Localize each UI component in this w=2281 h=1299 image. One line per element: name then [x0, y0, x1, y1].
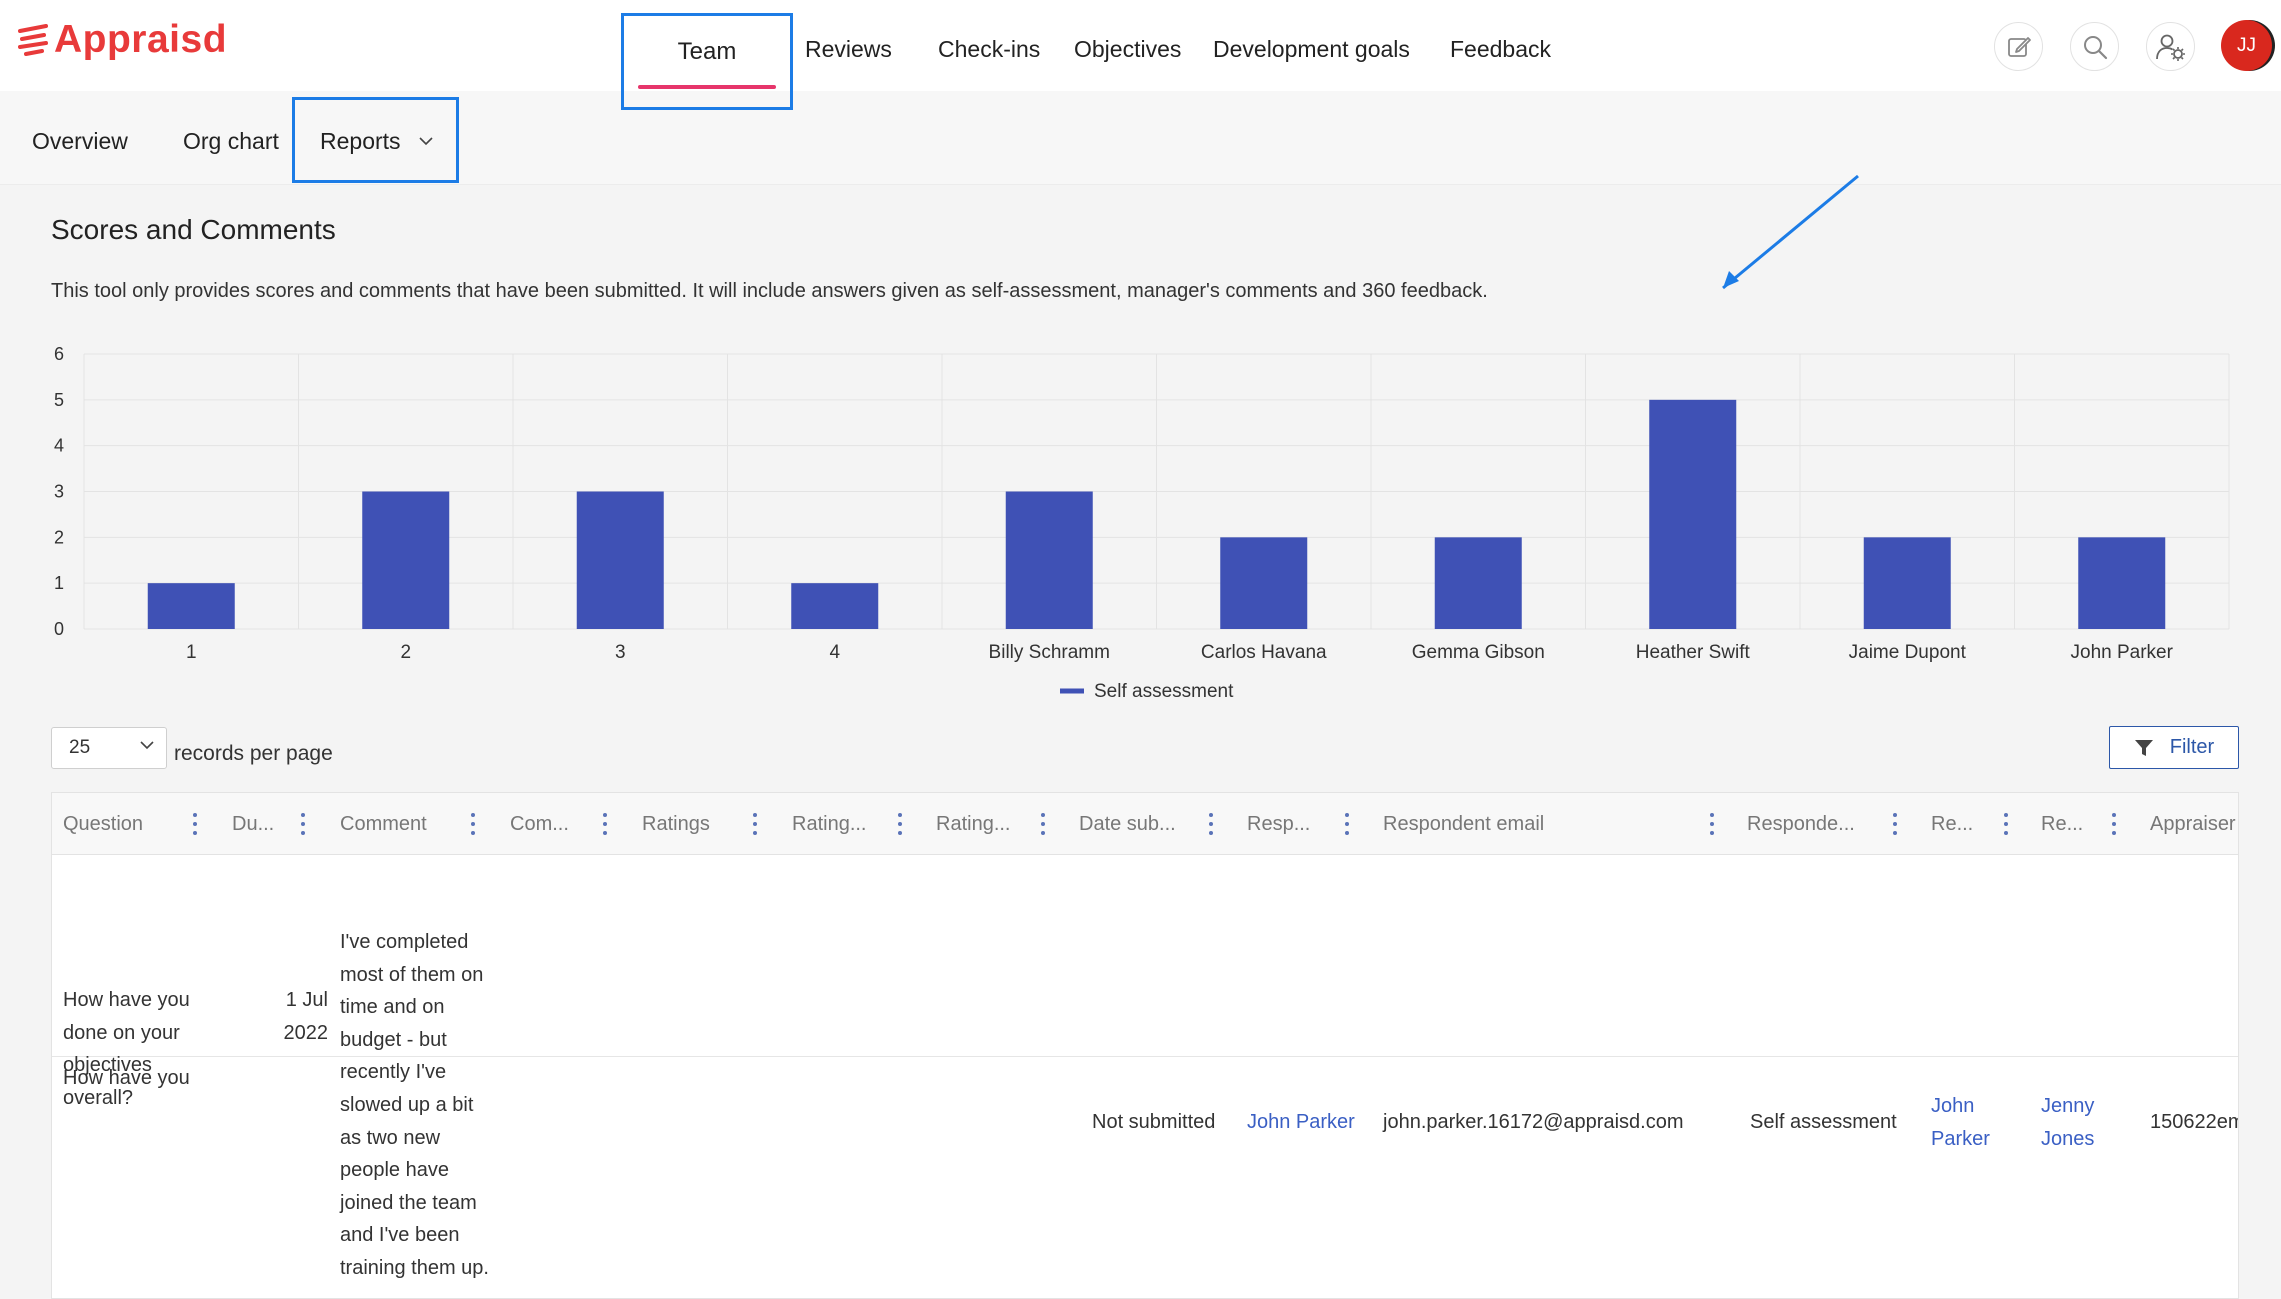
column-header-rating-1[interactable]: Rating... — [792, 793, 892, 855]
column-header-ratings[interactable]: Ratings — [642, 793, 742, 855]
column-header-com[interactable]: Com... — [510, 793, 600, 855]
chart-y-tick-label: 2 — [54, 527, 64, 547]
chart-x-tick-label: 3 — [615, 642, 626, 663]
column-menu-icon[interactable] — [2003, 813, 2009, 835]
column-menu-icon[interactable] — [1040, 813, 1046, 835]
search-button[interactable] — [2070, 22, 2119, 71]
user-avatar[interactable]: JJ — [2221, 20, 2272, 71]
chart-y-tick-label: 0 — [54, 619, 64, 639]
chart-x-tick-label: 1 — [186, 642, 197, 663]
column-menu-icon[interactable] — [897, 813, 903, 835]
chart-y-tick-label: 3 — [54, 482, 64, 502]
tab-development-goals[interactable]: Development goals — [1213, 36, 1410, 63]
chart-x-tick-label: 2 — [400, 642, 411, 663]
tab-team-label: Team — [677, 38, 737, 65]
column-header-due[interactable]: Du... — [232, 793, 288, 855]
column-menu-icon[interactable] — [2111, 813, 2117, 835]
chart-legend-label: Self assessment — [1094, 681, 1234, 702]
column-header-appraiser[interactable]: Appraiser — [2150, 793, 2238, 855]
chart-bar — [1434, 537, 1522, 629]
logo-text: Appraisd — [54, 18, 228, 61]
filter-button-label: Filter — [2169, 736, 2215, 758]
appraisd-logo-icon — [18, 24, 48, 56]
cell-due-date: 1 Jul 2022 — [283, 989, 329, 1044]
filter-button[interactable]: Filter — [2109, 726, 2239, 769]
edit-button[interactable] — [1994, 22, 2043, 71]
chart-bar — [362, 491, 450, 629]
chart-bar — [147, 583, 235, 629]
column-menu-icon[interactable] — [192, 813, 198, 835]
chart-y-tick-label: 1 — [54, 573, 64, 593]
tab-reviews[interactable]: Reviews — [805, 36, 892, 63]
user-settings-icon — [2155, 34, 2185, 61]
chevron-down-icon — [418, 137, 433, 146]
tab-objectives[interactable]: Objectives — [1074, 36, 1181, 63]
column-header-question[interactable]: Question — [63, 793, 183, 855]
column-header-date-submitted[interactable]: Date sub... — [1079, 793, 1199, 855]
records-per-page-select[interactable]: 25 — [51, 727, 167, 769]
column-header-comment[interactable]: Comment — [340, 793, 450, 855]
chart-x-tick-label: John Parker — [2071, 642, 2174, 663]
column-header-reviewer[interactable]: Re... — [2041, 793, 2111, 855]
chart-bar — [1005, 491, 1093, 629]
page-title: Scores and Comments — [51, 214, 336, 245]
filter-icon — [2134, 739, 2153, 756]
subtab-reports-label: Reports — [320, 128, 401, 154]
chart-bar — [1220, 537, 1308, 629]
table-row[interactable]: How have you — [52, 1058, 2238, 1298]
tab-feedback[interactable]: Feedback — [1450, 36, 1551, 63]
scores-bar-chart: 0 1 2 3 4 5 6 1 2 3 4 Billy Schramm Carlos Havana Gem… — [54, 344, 2230, 702]
chart-bar — [1649, 399, 1737, 629]
column-menu-icon[interactable] — [1709, 813, 1715, 835]
table-row[interactable]: How have you done on your objectives ove… — [52, 855, 2238, 1279]
column-menu-icon[interactable] — [470, 813, 476, 835]
secondary-navigation-bar: Overview Org chart Reports — [0, 91, 2281, 185]
table-header-row: Question Du... Comment Com... Ratings Ra… — [52, 793, 2238, 855]
column-header-reviewee[interactable]: Re... — [1931, 793, 2001, 855]
chart-y-tick-label: 4 — [54, 436, 64, 456]
column-header-respondent-email[interactable]: Respondent email — [1383, 793, 1683, 855]
chart-x-tick-label: Gemma Gibson — [1412, 642, 1545, 663]
chevron-down-icon — [140, 741, 154, 750]
column-menu-icon[interactable] — [1892, 813, 1898, 835]
column-header-respondent-type[interactable]: Responde... — [1747, 793, 1887, 855]
column-header-respondent[interactable]: Resp... — [1247, 793, 1337, 855]
edit-icon — [2007, 36, 2031, 57]
chart-x-tick-label: Billy Schramm — [989, 642, 1110, 663]
tab-check-ins[interactable]: Check-ins — [938, 36, 1040, 63]
column-menu-icon[interactable] — [1344, 813, 1350, 835]
chart-y-tick-label: 6 — [54, 344, 64, 364]
chart-x-tick-label: Carlos Havana — [1201, 642, 1327, 663]
chart-bar — [2078, 537, 2166, 629]
chart-y-tick-label: 5 — [54, 390, 64, 410]
page-description: This tool only provides scores and comme… — [51, 280, 1488, 302]
active-tab-underline — [638, 85, 776, 89]
column-menu-icon[interactable] — [300, 813, 306, 835]
chart-x-tick-label: Heather Swift — [1636, 642, 1751, 663]
column-menu-icon[interactable] — [602, 813, 608, 835]
subtab-reports[interactable]: Reports — [320, 128, 433, 155]
records-per-page-value: 25 — [69, 737, 91, 758]
column-header-rating-2[interactable]: Rating... — [936, 793, 1036, 855]
subtab-org-chart[interactable]: Org chart — [183, 128, 279, 155]
scores-comments-table: Question Du... Comment Com... Ratings Ra… — [51, 792, 2239, 1299]
top-navigation-bar: Appraisd Team Reviews Check-ins Objectiv… — [0, 0, 2281, 91]
chart-bar — [576, 491, 664, 629]
cell-question: How have you — [63, 1067, 190, 1089]
appraisd-logo[interactable]: Appraisd — [18, 14, 227, 66]
records-per-page-label: records per page — [174, 742, 333, 765]
column-menu-icon[interactable] — [1208, 813, 1214, 835]
chart-bar — [791, 583, 879, 629]
column-menu-icon[interactable] — [752, 813, 758, 835]
subtab-overview[interactable]: Overview — [32, 128, 128, 155]
search-icon — [2083, 35, 2107, 59]
user-settings-button[interactable] — [2146, 22, 2195, 71]
annotation-arrow — [1722, 174, 1859, 290]
chart-x-tick-label: Jaime Dupont — [1849, 642, 1967, 663]
chart-bar — [1863, 537, 1951, 629]
chart-x-tick-label: 4 — [829, 642, 840, 663]
